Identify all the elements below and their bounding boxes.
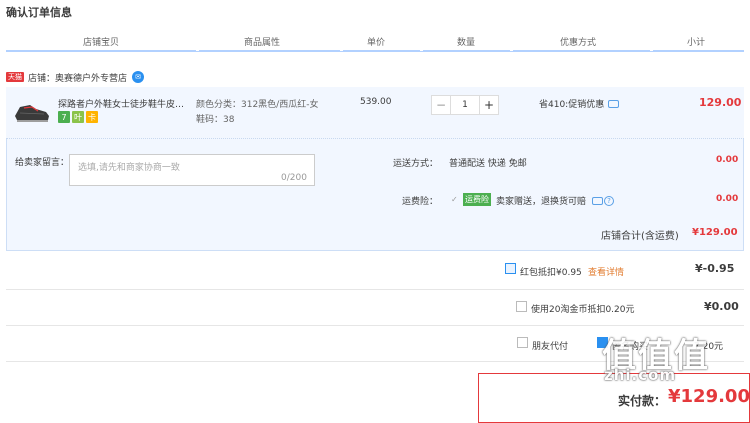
shop-label: 店铺： (28, 73, 56, 84)
insurance-desc: 卖家赠送，退换货可赔 ? (496, 194, 615, 207)
qty-plus-button[interactable]: + (479, 95, 499, 115)
insurance-label: 运费险： (402, 197, 439, 207)
col-header-promo: 优惠方式 (560, 38, 597, 48)
redpacket-label: 红包抵扣¥0.95 (520, 268, 582, 278)
header-gap (340, 49, 343, 51)
header-gap (510, 49, 513, 51)
help-icon[interactable]: ? (604, 195, 615, 206)
insurance-fee: 0.00 (716, 194, 739, 204)
promotion-select[interactable]: 省410:促销优惠 (539, 97, 620, 110)
page-title: 确认订单信息 (6, 6, 72, 19)
product-attr-size: 鞋码：38 (196, 115, 235, 125)
header-divider (6, 50, 744, 52)
taojinbi-label: 使用20淘金币抵扣0.20元 (531, 305, 635, 315)
taojinbi-value: ¥0.00 (704, 300, 739, 313)
divider (6, 289, 744, 290)
product-attr-color: 颜色分类：312黑色/西瓜红-女 (196, 100, 319, 110)
tmall-badge: 天猫 (6, 72, 24, 82)
comment-icon[interactable] (608, 99, 620, 108)
qty-minus-button[interactable]: − (431, 95, 451, 115)
col-header-attr: 商品属性 (244, 38, 281, 48)
friend-pay-checkbox[interactable] (517, 337, 528, 348)
item-subtotal: 129.00 (699, 96, 742, 109)
wangwang-chat-icon[interactable]: ✉ (132, 71, 145, 83)
message-label: 给卖家留言： (15, 158, 70, 168)
shop-name-link[interactable]: 奥赛德户外专营店 (55, 71, 127, 84)
col-header-qty: 数量 (457, 38, 476, 48)
seven-day-return-icon[interactable]: 7 (58, 111, 70, 123)
taojinbi-checkbox[interactable] (516, 301, 527, 312)
insurance-checkbox[interactable]: ✓ (451, 195, 460, 204)
payment-label: 实付款： (618, 394, 667, 408)
shipping-fee: 0.00 (716, 155, 739, 165)
shop-row: 天猫 店铺： 奥赛德户外专营店 ✉ (6, 70, 145, 84)
seller-message-input[interactable]: 选填,请先和商家协商一致 (69, 154, 315, 186)
leaf-service-icon[interactable]: 叶 (72, 111, 84, 123)
table-header: 店铺宝贝 商品属性 单价 数量 优惠方式 小计 (0, 35, 750, 49)
watermark-url: zhi.com (604, 366, 677, 384)
insurance-tag: 运费险 (463, 193, 491, 206)
col-header-shop: 店铺宝贝 (83, 38, 120, 48)
redpacket-checkbox[interactable] (505, 263, 516, 274)
shipping-label: 运送方式： (393, 159, 439, 169)
shipping-method-select[interactable]: 普通配送 快递 免邮 (449, 156, 527, 169)
order-item-row (6, 87, 744, 139)
redpacket-details-link[interactable]: 查看详情 (588, 265, 624, 278)
qty-input[interactable]: 1 (451, 95, 479, 115)
quantity-stepper: − 1 + (431, 95, 501, 115)
promotion-label: 省410:促销优惠 (539, 100, 605, 110)
col-header-subtotal: 小计 (687, 38, 706, 48)
insurance-desc-text: 卖家赠送，退换货可赔 (496, 197, 587, 207)
comment-icon[interactable] (592, 196, 604, 205)
unit-price: 539.00 (360, 97, 392, 107)
product-thumbnail[interactable] (12, 96, 52, 126)
payment-total: ¥129.00 (668, 386, 750, 407)
friend-pay-label: 朋友代付 (532, 342, 569, 352)
message-counter: 0/200 (281, 173, 307, 183)
credit-card-icon[interactable]: 卡 (86, 111, 98, 123)
header-gap (650, 49, 653, 51)
divider (6, 325, 744, 326)
redpacket-value: ¥-0.95 (695, 262, 735, 275)
col-header-price: 单价 (367, 38, 386, 48)
product-title-link[interactable]: 探路者户外鞋女士徒步鞋牛皮耐磨防滑登山鞋 (58, 97, 192, 110)
shop-total-value: ¥129.00 (692, 227, 738, 238)
service-badges: 7 叶 卡 (58, 111, 98, 123)
header-gap (196, 49, 199, 51)
shop-total-label: 店铺合计(含运费) (601, 231, 679, 242)
header-gap (420, 49, 423, 51)
